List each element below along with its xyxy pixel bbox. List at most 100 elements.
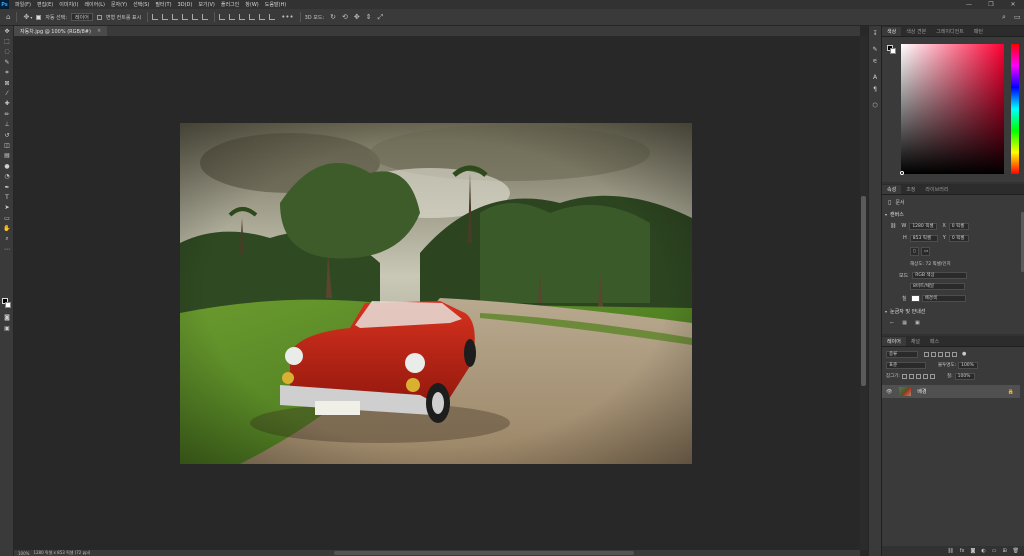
menu-image[interactable]: 이미지(I) <box>59 1 78 8</box>
pen-tool-icon[interactable]: ✒ <box>0 182 14 192</box>
quick-select-tool-icon[interactable]: ✎ <box>0 57 14 67</box>
menu-type[interactable]: 문자(Y) <box>111 1 127 8</box>
distribute-bottom-icon[interactable] <box>239 14 246 20</box>
drag-3d-icon[interactable]: ✥ <box>354 13 360 21</box>
tab-patterns[interactable]: 패턴 <box>969 27 988 36</box>
add-mask-icon[interactable]: ◙ <box>970 548 975 554</box>
document-info[interactable]: 1280 픽셀 x 853 픽셀 (72 ppi) <box>33 550 90 556</box>
filter-pixel-icon[interactable] <box>924 351 929 357</box>
zoom-tool-icon[interactable]: ⌕ <box>0 234 14 244</box>
color-picker-marker[interactable] <box>900 171 904 175</box>
lasso-tool-icon[interactable]: ◌ <box>0 47 14 57</box>
layer-filter-select[interactable]: 종류 <box>886 350 918 358</box>
rotate-3d-icon[interactable]: ↻ <box>330 13 336 21</box>
filter-type-icon[interactable] <box>938 351 943 357</box>
tab-layers[interactable]: 레이어 <box>882 337 906 346</box>
layer-name[interactable]: 배경 <box>917 388 926 395</box>
new-group-icon[interactable]: ▭ <box>992 548 997 554</box>
canvas-section-header[interactable]: 캔버스 <box>890 211 904 218</box>
tab-color[interactable]: 색상 <box>882 27 902 36</box>
workspace-icon[interactable]: ▭ <box>1014 13 1021 21</box>
minimize-button[interactable]: — <box>958 0 980 9</box>
home-icon[interactable]: ⌂ <box>6 13 10 21</box>
type-tool-icon[interactable]: T <box>0 192 14 202</box>
menu-layer[interactable]: 레이어(L) <box>84 1 105 8</box>
transform-controls-checkbox[interactable] <box>96 14 102 20</box>
filter-smart-icon[interactable] <box>952 351 957 357</box>
tab-adjustments[interactable]: 조정 <box>901 185 920 194</box>
path-select-tool-icon[interactable]: ➤ <box>0 203 14 213</box>
filter-adjust-icon[interactable] <box>931 351 936 357</box>
history-brush-tool-icon[interactable]: ↺ <box>0 130 14 140</box>
lock-transparent-icon[interactable] <box>901 373 907 379</box>
fill-select[interactable]: 배경색 <box>921 294 966 302</box>
align-right-icon[interactable] <box>172 14 179 20</box>
eyedropper-tool-icon[interactable]: ⁄ <box>0 88 14 98</box>
paragraph-icon[interactable]: ¶ <box>869 84 881 94</box>
auto-select-dropdown[interactable]: 레이어 <box>71 13 93 21</box>
menu-file[interactable]: 파일(F) <box>15 1 31 8</box>
crop-tool-icon[interactable]: ⌗ <box>0 68 14 78</box>
menu-select[interactable]: 선택(S) <box>133 1 149 8</box>
menu-plugins[interactable]: 플러그인 <box>221 1 239 8</box>
quick-mask-icon[interactable]: ◙ <box>0 312 14 322</box>
blur-tool-icon[interactable]: ● <box>0 161 14 171</box>
chevron-down-icon[interactable]: ▾ <box>30 15 32 20</box>
zoom-level[interactable]: 100% <box>18 551 29 556</box>
link-layers-icon[interactable]: ⛓ <box>947 548 953 554</box>
distribute-left-icon[interactable] <box>249 14 256 20</box>
healing-brush-tool-icon[interactable]: ✚ <box>0 99 14 109</box>
distribute-top-icon[interactable] <box>219 14 226 20</box>
adjustment-layer-icon[interactable]: ◐ <box>981 548 985 554</box>
menu-3d[interactable]: 3D(D) <box>178 2 193 8</box>
align-left-icon[interactable] <box>152 14 159 20</box>
document-image[interactable] <box>180 123 692 464</box>
tab-gradients[interactable]: 그레이디언트 <box>931 27 969 36</box>
fill-color-swatch[interactable] <box>910 294 920 302</box>
fill-input[interactable]: 100% <box>954 372 975 380</box>
brush-tool-icon[interactable]: ✏ <box>0 109 14 119</box>
scrollbar-thumb[interactable] <box>861 196 866 386</box>
chevron-down-icon[interactable]: ▾ <box>885 212 887 217</box>
restore-button[interactable]: ❐ <box>980 0 1002 9</box>
lock-pixels-icon[interactable] <box>908 373 914 379</box>
rulers-section-header[interactable]: 눈금자 및 안내선 <box>890 308 925 315</box>
canvas-area[interactable] <box>14 36 860 550</box>
distribute-middle-icon[interactable] <box>229 14 236 20</box>
menu-filter[interactable]: 필터(T) <box>155 1 171 8</box>
link-icon[interactable]: ⛓ <box>890 223 896 229</box>
chevron-down-icon[interactable]: ▾ <box>885 309 887 314</box>
background-color-swatch[interactable] <box>890 48 896 54</box>
portrait-orientation-icon[interactable]: ▯ <box>910 246 919 256</box>
distribute-center-icon[interactable] <box>259 14 266 20</box>
document-tab[interactable]: 자동차.jpg @ 100% (RGB/8#) × <box>14 26 108 36</box>
fx-icon[interactable]: fx <box>960 548 965 554</box>
close-document-icon[interactable]: × <box>97 28 101 34</box>
frame-tool-icon[interactable]: ⊠ <box>0 78 14 88</box>
roll-3d-icon[interactable]: ⟲ <box>342 13 348 21</box>
gradient-tool-icon[interactable]: ▤ <box>0 151 14 161</box>
filter-shape-icon[interactable] <box>945 351 950 357</box>
hue-slider[interactable] <box>1011 44 1019 174</box>
align-top-icon[interactable] <box>182 14 189 20</box>
lock-all-icon[interactable] <box>929 373 935 379</box>
width-input[interactable]: 1280 픽셀 <box>909 222 938 230</box>
dodge-tool-icon[interactable]: ◔ <box>0 171 14 181</box>
eye-icon[interactable]: 👁 <box>886 389 892 395</box>
auto-select-checkbox[interactable] <box>36 14 42 20</box>
search-icon[interactable]: ⌕ <box>1002 13 1006 22</box>
adjustments-icon[interactable]: ⚟ <box>869 56 881 66</box>
filter-toggle-icon[interactable]: ● <box>962 351 966 357</box>
distribute-right-icon[interactable] <box>269 14 276 20</box>
tab-channels[interactable]: 채널 <box>906 337 925 346</box>
clone-stamp-tool-icon[interactable]: ⊥ <box>0 120 14 130</box>
close-window-button[interactable]: ✕ <box>1002 0 1024 9</box>
color-mode-select[interactable]: RGB 색상 <box>912 271 968 279</box>
tab-libraries[interactable]: 라이브러리 <box>920 185 953 194</box>
layer-row[interactable]: 👁 배경 🔒 <box>882 385 1020 398</box>
align-bottom-icon[interactable] <box>202 14 209 20</box>
background-color-swatch[interactable] <box>5 302 11 308</box>
menu-edit[interactable]: 편집(E) <box>37 1 53 8</box>
tab-paths[interactable]: 패스 <box>925 337 944 346</box>
move-tool-icon[interactable]: ✥ <box>0 26 14 36</box>
